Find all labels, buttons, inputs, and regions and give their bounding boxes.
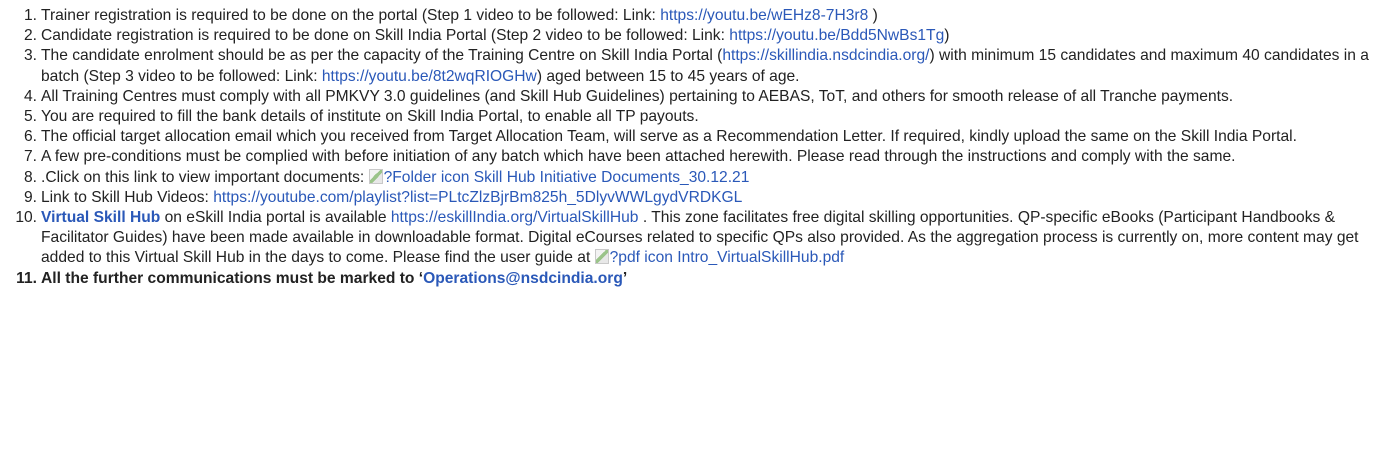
broken-image-icon (368, 168, 383, 184)
item-number: 7. (23, 148, 37, 166)
item-number: 11. (16, 269, 37, 287)
item-text: The candidate enrolment should be as per… (41, 47, 723, 65)
list-item-6: 6. The official target allocation email … (0, 127, 1370, 147)
item-tail: ) (868, 7, 878, 24)
item-number: 5. (23, 108, 37, 126)
item-tail: ’ (622, 269, 628, 287)
list-item-3: 3. The candidate enrolment should be as … (0, 46, 1370, 86)
list-item-7: 7. A few pre-conditions must be complied… (0, 147, 1370, 167)
list-item-5: 5. You are required to fill the bank det… (0, 107, 1370, 127)
list-item-2: 2. Candidate registration is required to… (0, 26, 1370, 46)
item-text: A few pre-conditions must be complied wi… (41, 148, 1236, 166)
item-number: 3. (23, 47, 37, 65)
pdf-link-label: Intro_VirtualSkillHub.pdf (677, 249, 845, 267)
instructions-list: 1. Trainer registration is required to b… (0, 6, 1370, 289)
documents-link-label: Skill Hub Initiative Documents_30.12.21 (473, 168, 750, 186)
operations-email-link[interactable]: Operations@nsdcindia.org (423, 270, 623, 287)
item-text: All the further communications must be m… (41, 269, 424, 287)
item-number: 8. (23, 168, 37, 186)
trainer-video-link[interactable]: https://youtu.be/wEHz8-7H3r8 (660, 7, 868, 24)
skill-hub-documents-link[interactable]: ?Folder icon Skill Hub Initiative Docume… (384, 169, 750, 186)
item-number: 10. (15, 209, 37, 227)
item-text: You are required to fill the bank detail… (41, 108, 699, 126)
item-text: Link to Skill Hub Videos: (41, 188, 214, 206)
item-number: 1. (23, 7, 37, 24)
user-guide-pdf-link[interactable]: ?pdf icon Intro_VirtualSkillHub.pdf (610, 249, 845, 266)
pdf-icon-alt: ?pdf icon (609, 249, 673, 267)
document-page: 1. Trainer registration is required to b… (0, 0, 1375, 471)
folder-icon-alt: ?Folder icon (383, 168, 470, 186)
enrolment-video-link[interactable]: https://youtu.be/8t2wqRIOGHw (322, 68, 537, 85)
list-item-8: 8. .Click on this link to view important… (0, 168, 1370, 188)
item-text: on eSkill India portal is available (160, 209, 391, 227)
candidate-video-link[interactable]: https://youtu.be/Bdd5NwBs1Tg (729, 27, 944, 44)
item-tail: ) aged between 15 to 45 years of age. (536, 67, 800, 85)
list-item-1: 1. Trainer registration is required to b… (0, 6, 1370, 26)
item-tail: ) (944, 27, 950, 45)
item-text: Trainer registration is required to be d… (41, 7, 661, 24)
item-text: .Click on this link to view important do… (41, 168, 369, 186)
list-item-9: 9. Link to Skill Hub Videos: https://you… (0, 188, 1370, 208)
skill-hub-videos-link[interactable]: https://youtube.com/playlist?list=PLtcZl… (213, 189, 742, 206)
broken-image-icon (594, 249, 609, 265)
item-text: All Training Centres must comply with al… (41, 87, 1234, 105)
list-item-10: 10. Virtual Skill Hub on eSkill India po… (0, 208, 1370, 269)
item-number: 4. (23, 87, 37, 105)
eskill-india-link[interactable]: https://eskillIndia.org/VirtualSkillHub (391, 209, 639, 226)
list-item-11: 11. All the further communications must … (0, 269, 1370, 289)
item-number: 2. (23, 27, 37, 45)
item-text: The official target allocation email whi… (41, 128, 1297, 146)
list-item-4: 4. All Training Centres must comply with… (0, 87, 1370, 107)
item-number: 6. (23, 128, 37, 146)
virtual-skill-hub-link[interactable]: Virtual Skill Hub (41, 209, 160, 226)
item-number: 9. (23, 188, 37, 206)
item-text: Candidate registration is required to be… (41, 27, 730, 45)
skill-india-portal-link[interactable]: https://skillindia.nsdcindia.org/ (722, 47, 929, 64)
